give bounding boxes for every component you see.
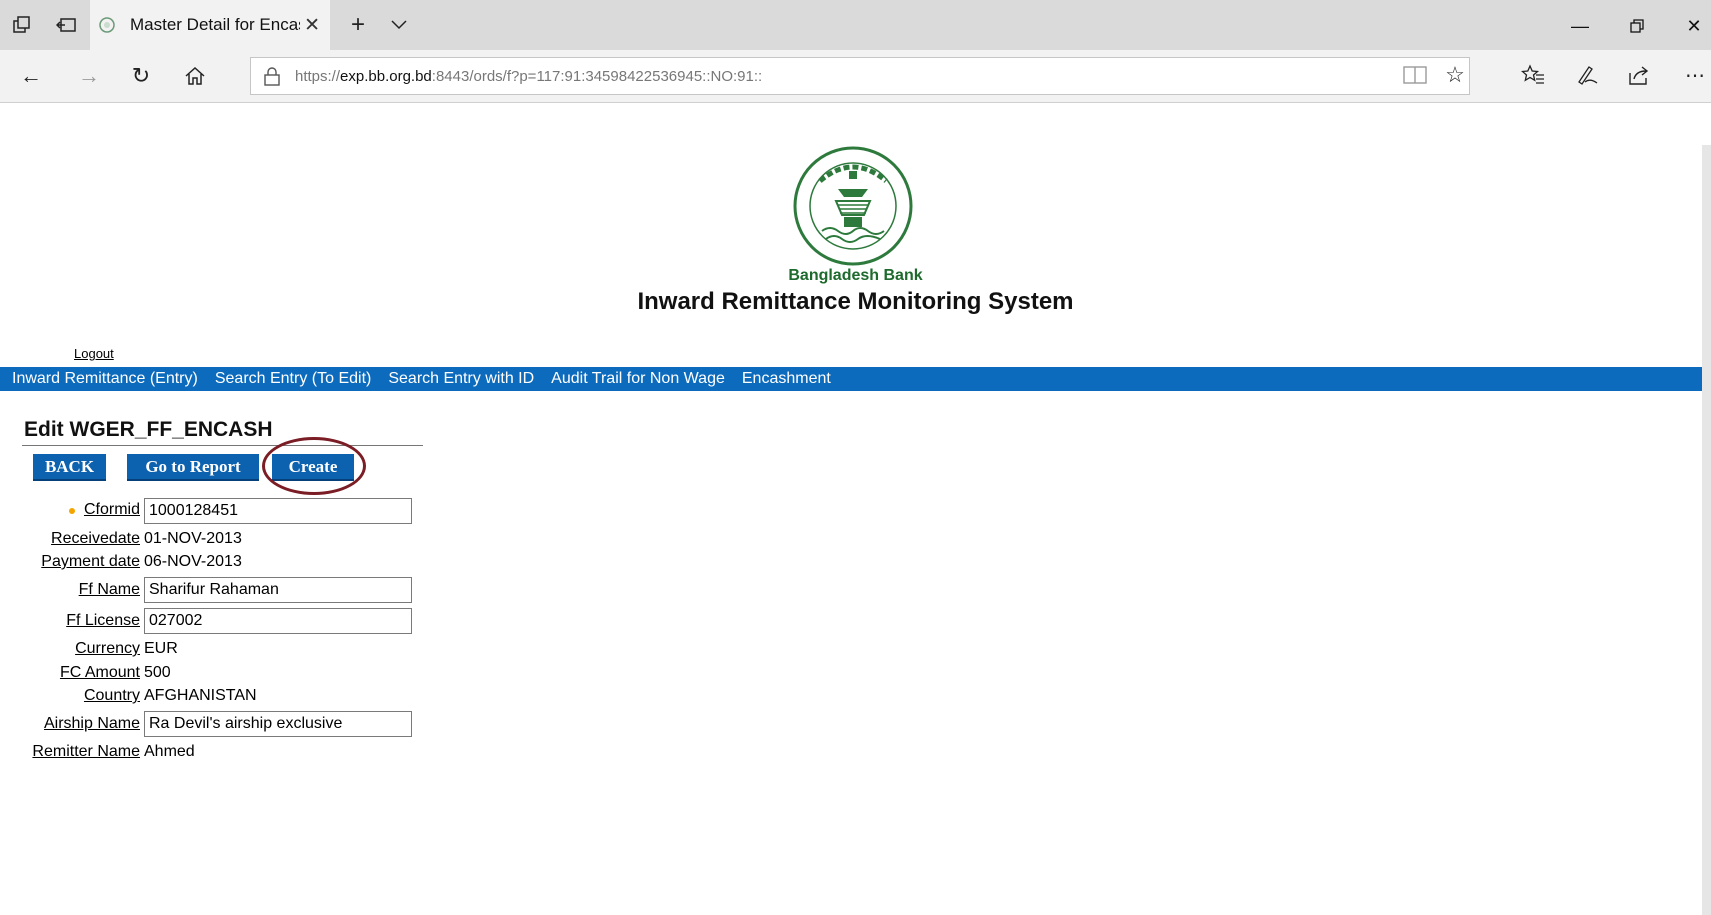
- ff-name-input[interactable]: [144, 577, 412, 603]
- favorite-star-icon[interactable]: ☆: [1440, 59, 1470, 91]
- payment-date-value: 06-NOV-2013: [144, 553, 242, 570]
- reading-view-icon[interactable]: [1400, 59, 1430, 91]
- tab-title: Master Detail for Encash: [130, 15, 300, 34]
- currency-label: Currency: [75, 640, 140, 657]
- logout-link[interactable]: Logout: [74, 346, 114, 361]
- airship-name-label: Airship Name: [43, 715, 140, 732]
- country-label: Country: [83, 687, 140, 704]
- address-bar[interactable]: https://exp.bb.org.bd:8443/ords/f?p=117:…: [250, 57, 1470, 95]
- refresh-icon[interactable]: ↻: [126, 62, 156, 90]
- main-menu-bar: Inward Remittance (Entry) Search Entry (…: [0, 367, 1702, 391]
- system-title: Inward Remittance Monitoring System: [637, 288, 1074, 315]
- lock-icon: [264, 67, 280, 86]
- back-arrow-icon[interactable]: ←: [16, 62, 46, 90]
- receivedate-label: Receivedate: [51, 530, 140, 547]
- menu-item-inward-remittance-entry[interactable]: Inward Remittance (Entry): [12, 370, 198, 388]
- remitter-name-value: Ahmed: [144, 743, 195, 760]
- tab-preview-chevron-icon[interactable]: [387, 13, 411, 37]
- minimize-icon[interactable]: —: [1565, 14, 1595, 38]
- bank-name: Bangladesh Bank: [788, 267, 923, 284]
- site-favicon-icon: [99, 17, 115, 33]
- region-divider: [22, 445, 423, 446]
- home-icon[interactable]: [180, 62, 210, 90]
- payment-date-label: Payment date: [41, 553, 140, 570]
- ff-license-input[interactable]: [144, 608, 412, 634]
- address-url: https://exp.bb.org.bd:8443/ords/f?p=117:…: [295, 67, 763, 85]
- cformid-input[interactable]: [144, 498, 412, 524]
- browser-tab-bar: Master Detail for Encash ✕ + — ✕: [0, 0, 1711, 50]
- back-button[interactable]: BACK: [33, 454, 106, 481]
- ff-name-label: Ff Name: [78, 581, 140, 598]
- share-icon[interactable]: [1624, 59, 1654, 91]
- bangladesh-bank-logo: [793, 146, 913, 266]
- tab-manager-icon[interactable]: [10, 13, 34, 37]
- favorites-hub-icon[interactable]: [1518, 59, 1548, 91]
- country-value: AFGHANISTAN: [144, 687, 257, 704]
- cformid-label: Cformid: [83, 501, 140, 518]
- ff-license-label: Ff License: [66, 612, 140, 629]
- page-scrollbar[interactable]: [1702, 145, 1711, 915]
- menu-item-search-entry-to-edit[interactable]: Search Entry (To Edit): [215, 370, 372, 388]
- receivedate-value: 01-NOV-2013: [144, 530, 242, 547]
- window-close-icon[interactable]: ✕: [1679, 14, 1709, 38]
- region-title: Edit WGER_FF_ENCASH: [24, 418, 273, 441]
- menu-item-search-entry-with-id[interactable]: Search Entry with ID: [388, 370, 534, 388]
- menu-item-encashment[interactable]: Encashment: [742, 370, 831, 388]
- web-note-pen-icon[interactable]: [1572, 59, 1602, 91]
- set-aside-tabs-icon[interactable]: [54, 13, 78, 37]
- tab-close-icon[interactable]: ✕: [304, 14, 320, 37]
- create-button[interactable]: Create: [272, 454, 354, 481]
- restore-icon[interactable]: [1622, 14, 1652, 38]
- fc-amount-value: 500: [144, 664, 171, 681]
- currency-value: EUR: [144, 640, 178, 657]
- remitter-name-label: Remitter Name: [32, 743, 140, 760]
- fc-amount-label: FC Amount: [59, 664, 140, 681]
- more-options-icon[interactable]: ⋯: [1680, 59, 1710, 91]
- browser-nav-bar: ← → ↻ https://exp.bb.org.bd:8443/ords/f?…: [0, 50, 1711, 103]
- menu-item-audit-trail-non-wage[interactable]: Audit Trail for Non Wage: [551, 370, 725, 388]
- new-tab-icon[interactable]: +: [346, 11, 370, 38]
- airship-name-input[interactable]: [144, 711, 412, 737]
- browser-tab-active[interactable]: Master Detail for Encash ✕: [90, 0, 330, 50]
- go-to-report-button[interactable]: Go to Report: [127, 454, 259, 481]
- forward-arrow-icon[interactable]: →: [74, 62, 104, 90]
